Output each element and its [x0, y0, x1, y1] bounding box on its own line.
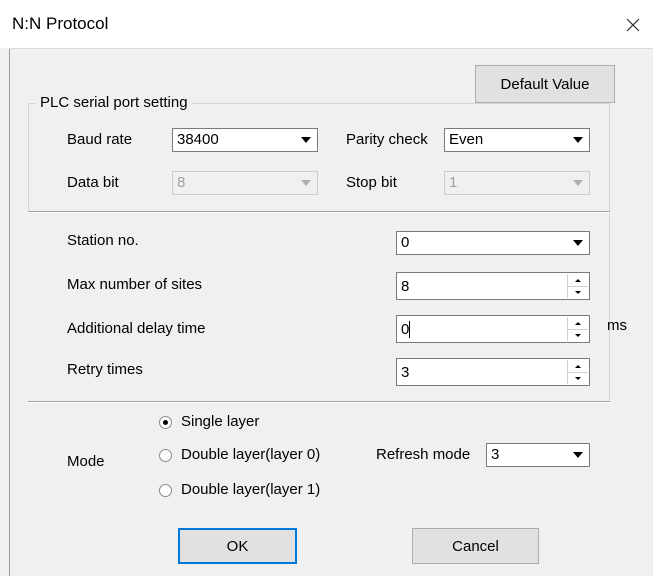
group-title: PLC serial port setting	[36, 94, 192, 111]
radio-dot	[163, 420, 168, 425]
station-no-label: Station no.	[67, 232, 139, 249]
radio-single-layer[interactable]	[159, 416, 172, 429]
text-caret	[409, 321, 410, 338]
ok-button[interactable]: OK	[178, 528, 297, 564]
refresh-mode-select[interactable]: 3	[486, 443, 590, 467]
stop-bit-label: Stop bit	[346, 174, 397, 191]
delay-spinner[interactable]: 0	[396, 315, 590, 343]
section-separator	[28, 211, 610, 213]
mode-label: Mode	[67, 453, 105, 470]
cancel-label: Cancel	[452, 537, 499, 555]
spinner-buttons	[567, 317, 588, 341]
stop-bit-value: 1	[449, 174, 458, 191]
baud-rate-value: 38400	[177, 131, 219, 148]
close-icon	[626, 18, 640, 32]
max-sites-value: 8	[401, 278, 410, 295]
parity-check-value: Even	[449, 131, 484, 148]
delay-label: Additional delay time	[67, 320, 206, 337]
max-sites-spinner[interactable]: 8	[396, 272, 590, 300]
station-no-value: 0	[401, 234, 410, 251]
title-bar: N:N Protocol	[0, 0, 653, 48]
option-single-layer[interactable]: Single layer	[181, 413, 259, 430]
chevron-down-icon	[295, 172, 317, 194]
window-left-border	[9, 48, 10, 576]
refresh-mode-value: 3	[491, 446, 500, 463]
cancel-button[interactable]: Cancel	[412, 528, 539, 564]
chevron-down-icon	[567, 232, 589, 254]
data-bit-value: 8	[177, 174, 186, 191]
arrow-up-icon	[575, 364, 581, 368]
ok-label: OK	[226, 537, 249, 555]
chevron-down-icon	[567, 444, 589, 466]
retry-times-label: Retry times	[67, 361, 143, 378]
parity-check-label: Parity check	[346, 131, 428, 148]
decrement-button[interactable]	[568, 286, 588, 298]
window-title: N:N Protocol	[12, 14, 109, 33]
arrow-down-icon	[575, 290, 581, 294]
title-separator	[9, 48, 653, 49]
radio-double-layer-1[interactable]	[159, 484, 172, 497]
data-bit-select: 8	[172, 171, 318, 195]
group-right-edge	[609, 103, 610, 401]
max-sites-label: Max number of sites	[67, 276, 203, 293]
default-value-label: Default Value	[500, 75, 590, 93]
decrement-button[interactable]	[568, 329, 588, 341]
stop-bit-select: 1	[444, 171, 590, 195]
section-separator	[28, 401, 610, 403]
retry-times-spinner[interactable]: 3	[396, 358, 590, 386]
spinner-buttons	[567, 274, 588, 298]
default-value-button[interactable]: Default Value	[475, 65, 615, 103]
chevron-down-icon	[295, 129, 317, 151]
spinner-buttons	[567, 360, 588, 384]
arrow-down-icon	[575, 376, 581, 380]
retry-times-value: 3	[401, 364, 410, 381]
baud-rate-label: Baud rate	[67, 131, 133, 148]
station-no-select[interactable]: 0	[396, 231, 590, 255]
arrow-up-icon	[575, 278, 581, 282]
option-double-layer-1[interactable]: Double layer(layer 1)	[181, 481, 320, 498]
close-button[interactable]	[619, 12, 647, 38]
chevron-down-icon	[567, 172, 589, 194]
plc-serial-port-group	[28, 103, 610, 212]
radio-double-layer-0[interactable]	[159, 449, 172, 462]
delay-unit: ms	[607, 317, 627, 334]
data-bit-label: Data bit	[67, 174, 119, 191]
refresh-mode-label: Refresh mode	[376, 446, 471, 463]
arrow-down-icon	[575, 333, 581, 337]
parity-check-select[interactable]: Even	[444, 128, 590, 152]
baud-rate-select[interactable]: 38400	[172, 128, 318, 152]
chevron-down-icon	[567, 129, 589, 151]
decrement-button[interactable]	[568, 372, 588, 384]
arrow-up-icon	[575, 321, 581, 325]
option-double-layer-0[interactable]: Double layer(layer 0)	[181, 446, 320, 463]
